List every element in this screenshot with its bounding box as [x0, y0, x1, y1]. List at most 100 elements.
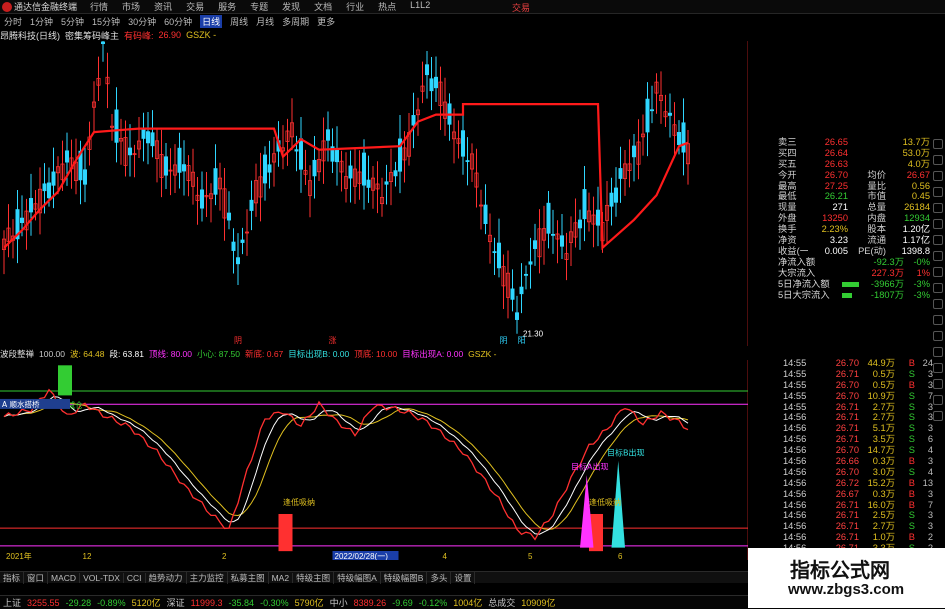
stat-label: 内盘: [867, 213, 886, 224]
stat-value: 0.56: [911, 180, 930, 191]
candle-body: [181, 164, 186, 172]
indicator-tab-10[interactable]: 特级幅图A: [334, 571, 381, 584]
menu-item-6[interactable]: 发现: [282, 0, 300, 13]
period-tab-3[interactable]: 15分钟: [92, 15, 120, 28]
indicator-name[interactable]: 波段整禅: [0, 348, 34, 360]
candlestick-chart[interactable]: 28.0027.0026.0025.0024.0023.0022.0032.40…: [0, 41, 748, 346]
side-tool-icon[interactable]: [933, 379, 943, 389]
side-tool-icon[interactable]: [933, 299, 943, 309]
indicator-tab-6[interactable]: 主力监控: [187, 571, 228, 584]
menu-item-7[interactable]: 文档: [314, 0, 332, 13]
indicator-tab-9[interactable]: 特级主图: [293, 571, 335, 584]
indicator-tab-1[interactable]: 窗口: [24, 571, 49, 584]
indicator-tab-4[interactable]: CCI: [124, 572, 146, 583]
side-tool-icon[interactable]: [933, 155, 943, 165]
menu-item-1[interactable]: 市场: [122, 0, 140, 13]
chart-marker: 阳: [518, 336, 526, 345]
period-toolbar: 分时 1分钟 5分钟 15分钟 30分钟 60分钟 日线 周线 月线 多周期 更多: [0, 15, 532, 28]
period-tab-7[interactable]: 周线: [230, 15, 248, 28]
menu-item-5[interactable]: 专题: [250, 0, 268, 13]
fund-flow-row: 5日净流入额 -3966万 -3%: [778, 279, 930, 290]
tick-time: 14:56: [783, 488, 807, 499]
status-item-2: -29.28: [65, 597, 92, 608]
side-toolbar: [930, 137, 945, 567]
side-tool-icon[interactable]: [933, 267, 943, 277]
indicator-header: 波段整禅 100.00 波: 64.48 段: 63.81 顶线: 80.00 小心: …: [0, 348, 748, 360]
side-tool-icon[interactable]: [933, 251, 943, 261]
tick-volume: 0.5万: [872, 379, 895, 390]
side-tool-icon[interactable]: [933, 171, 943, 181]
period-tab-5[interactable]: 60分钟: [164, 15, 192, 28]
indicator-value-4: 小心: 87.50: [197, 349, 241, 359]
indicator-tab-12[interactable]: 多头: [427, 571, 452, 584]
trade-button[interactable]: 交易: [512, 1, 530, 14]
indicator-tab-11[interactable]: 特级幅图B: [381, 571, 428, 584]
tick-volume: 2.5万: [872, 510, 895, 521]
indicator-tab-2[interactable]: MACD: [48, 572, 81, 583]
tick-list[interactable]: 14:55 26.70 44.9万 B 24 14:55 26.71 0.5万 S 3 14:55 2…: [783, 358, 933, 554]
oscillator-chart[interactable]: 100.090.0080.0070.0060.0050.0040.0030.00…: [0, 360, 748, 560]
stat-value: 0.45: [911, 191, 930, 202]
menu-item-8[interactable]: 行业: [346, 0, 364, 13]
period-tab-10[interactable]: 更多: [317, 15, 335, 28]
candle-body: [578, 219, 583, 229]
indicator-value-0: 100.00: [39, 349, 66, 359]
menu-item-2[interactable]: 资讯: [154, 0, 172, 13]
indicator-tab-7[interactable]: 私募主图: [228, 571, 269, 584]
candle-body: [145, 131, 150, 144]
menu-item-9[interactable]: 热点: [378, 0, 396, 13]
candle-body: [114, 109, 119, 143]
date-tick-label: 5: [528, 552, 533, 560]
indicator-tab-3[interactable]: VOL-TDX: [80, 572, 124, 583]
tick-volume: 2.7万: [872, 521, 895, 532]
tick-direction: S: [908, 412, 915, 423]
side-tool-icon[interactable]: [933, 347, 943, 357]
indicator-tab-8[interactable]: MA2: [269, 572, 294, 583]
candle-body: [546, 202, 551, 234]
period-tab-9[interactable]: 多周期: [282, 15, 309, 28]
tick-row: 14:56 26.71 2.5万 S 3: [783, 510, 933, 521]
menu-item-4[interactable]: 服务: [218, 0, 236, 13]
menu-item-10[interactable]: L1L2: [410, 0, 430, 13]
side-tool-icon[interactable]: [933, 139, 943, 149]
quote-stat-row: 最低 26.21 市值 0.45: [778, 191, 930, 202]
tick-time: 14:56: [783, 477, 807, 488]
candle-body: [361, 152, 366, 186]
side-tool-icon[interactable]: [933, 395, 943, 405]
tick-direction: S: [908, 368, 915, 379]
side-tool-icon[interactable]: [933, 203, 943, 213]
order-price: 26.64: [824, 147, 848, 158]
indicator-tab-5[interactable]: 趋势动力: [146, 571, 187, 584]
period-tab-1[interactable]: 1分钟: [30, 15, 53, 28]
menu-item-0[interactable]: 行情: [90, 0, 108, 13]
tick-volume: 2.7万: [872, 401, 895, 412]
side-tool-icon[interactable]: [933, 315, 943, 325]
side-tool-icon[interactable]: [933, 219, 943, 229]
candle-body: [614, 187, 619, 203]
main-indicator-name[interactable]: 密集筹码峰主: [65, 29, 119, 42]
side-tool-icon[interactable]: [933, 187, 943, 197]
tick-row: 14:55 26.70 44.9万 B 24: [783, 358, 933, 369]
tick-volume: 0.3万: [872, 456, 895, 467]
side-tool-icon[interactable]: [933, 283, 943, 293]
period-tab-4[interactable]: 30分钟: [128, 15, 156, 28]
side-tool-icon[interactable]: [933, 331, 943, 341]
period-tab-0[interactable]: 分时: [4, 15, 22, 28]
period-tab-2[interactable]: 5分钟: [61, 15, 84, 28]
tick-price: 26.72: [835, 477, 859, 488]
flow-percent: -3%: [913, 290, 930, 301]
side-tool-icon[interactable]: [933, 363, 943, 373]
side-tool-icon[interactable]: [933, 411, 943, 421]
stock-name[interactable]: 昂腾科技(日线): [0, 29, 60, 42]
period-tab-6[interactable]: 日线: [200, 15, 223, 28]
candle-body: [312, 159, 317, 177]
period-tab-8[interactable]: 月线: [256, 15, 274, 28]
indicator-tab-13[interactable]: 设置: [451, 571, 476, 584]
buy-signal-bar: [278, 513, 293, 552]
tick-direction: B: [908, 379, 915, 390]
stat-value: 0.005: [824, 245, 848, 256]
indicator-tab-0[interactable]: 指标: [0, 571, 25, 584]
side-tool-icon[interactable]: [933, 235, 943, 245]
candle-body: [528, 261, 533, 265]
menu-item-3[interactable]: 交易: [186, 0, 204, 13]
